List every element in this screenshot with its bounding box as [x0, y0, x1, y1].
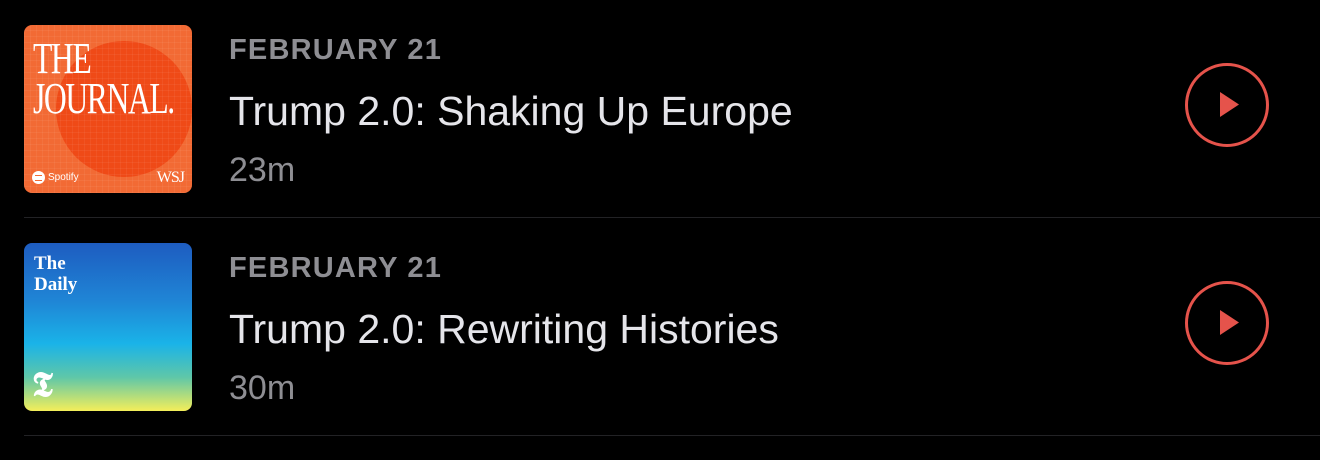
- play-icon: [1220, 310, 1239, 335]
- artwork-publisher: WSJ: [156, 169, 185, 186]
- play-icon: [1220, 92, 1239, 117]
- artwork-podcast-title: THE JOURNAL.: [33, 34, 175, 123]
- episode-date: FEBRUARY 21: [229, 34, 443, 66]
- episode-title[interactable]: Trump 2.0: Shaking Up Europe: [229, 86, 793, 136]
- spotify-icon: [32, 171, 45, 184]
- episode-date: FEBRUARY 21: [229, 252, 443, 284]
- play-button[interactable]: [1185, 63, 1269, 147]
- artwork-podcast-title: The Daily: [34, 253, 78, 295]
- spotify-label: Spotify: [48, 172, 79, 183]
- episode-row[interactable]: The Daily 𝕿 FEBRUARY 21 Trump 2.0: Rewri…: [0, 218, 1320, 436]
- row-divider: [24, 435, 1320, 436]
- episode-list: THE JOURNAL. Spotify WSJ FEBRUARY 21 Tru…: [0, 0, 1320, 436]
- episode-duration: 30m: [229, 369, 296, 407]
- episode-duration: 23m: [229, 151, 296, 189]
- episode-title[interactable]: Trump 2.0: Rewriting Histories: [229, 304, 779, 354]
- podcast-artwork-the-journal[interactable]: THE JOURNAL. Spotify WSJ: [24, 25, 192, 193]
- nyt-logo-icon: 𝕿: [32, 367, 53, 404]
- spotify-badge: Spotify: [32, 171, 79, 184]
- play-button[interactable]: [1185, 281, 1269, 365]
- podcast-artwork-the-daily[interactable]: The Daily 𝕿: [24, 243, 192, 411]
- episode-row[interactable]: THE JOURNAL. Spotify WSJ FEBRUARY 21 Tru…: [0, 0, 1320, 218]
